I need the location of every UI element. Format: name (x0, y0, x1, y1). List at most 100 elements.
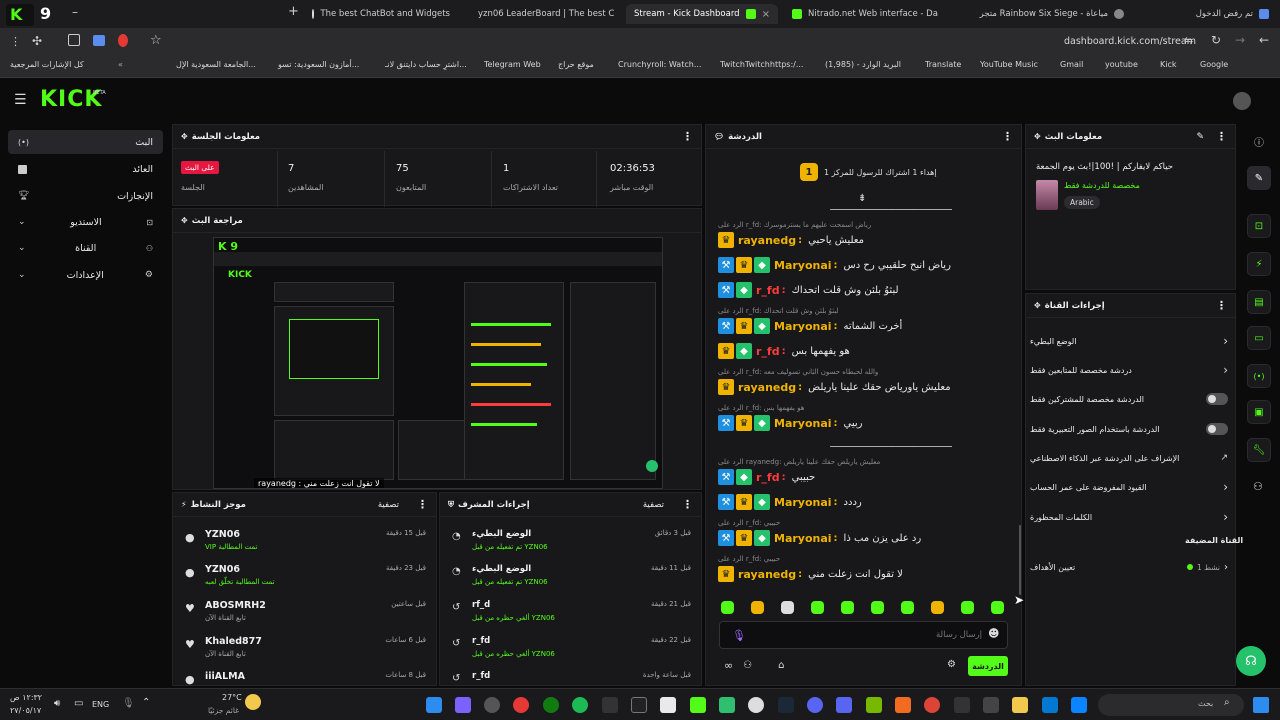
clock-time[interactable]: ١٢:٣٢ ص (10, 693, 42, 702)
preview-video[interactable]: K 9 KICK rayanedg : لا تقول انت زعلت مني (213, 237, 663, 489)
sidebar-item-achievements[interactable]: 🏆︎ الإنجازات (8, 184, 163, 208)
store-icon[interactable]: ⌂ (778, 660, 784, 671)
panel-menu-icon[interactable]: ⋮ (682, 130, 693, 143)
drag-handle-icon[interactable]: ✥ (1034, 301, 1041, 310)
chat-message[interactable]: ⚒ ◆ r_fd: حبيبي (718, 469, 1016, 485)
emote-icon[interactable] (901, 601, 914, 614)
mic-icon[interactable]: 🎙︎ (732, 629, 746, 642)
chat-input-box[interactable]: 🎙︎ ☻ (719, 621, 1008, 649)
sidebar-item-settings[interactable]: ⌄ الإعدادات ⚙ (8, 263, 163, 287)
chat-message[interactable]: ⚒ ◆ r_fd: لبثوُ بلثن وش قلت اتحداك (718, 282, 1016, 298)
chat-input[interactable] (750, 627, 982, 643)
reload-icon[interactable]: ↻ (1211, 33, 1221, 47)
activity-item[interactable]: ● YZN06 VIP تمت المطالبة قبل 15 دقيقة (173, 523, 436, 555)
chat-scrollbar[interactable] (1019, 525, 1021, 595)
emote-icon[interactable] (781, 601, 794, 614)
mod-action-item[interactable]: ◔ الوضع البطيء تم تفعيله من قبل YZN06 قبل 3… (440, 523, 701, 555)
start-windows-icon[interactable] (1253, 697, 1269, 713)
emote-icon[interactable] (991, 601, 1004, 614)
tab-kick-dashboard[interactable]: Stream - Kick Dashboard × (626, 4, 778, 24)
weather-desc[interactable]: غائم جزئيًا (208, 706, 239, 715)
taskbar-search[interactable]: بحث ⌕ (1098, 694, 1244, 716)
rail-edit-button[interactable]: ✎ (1247, 166, 1271, 190)
stream-category[interactable]: مخصصة للدردشة فقط (1064, 181, 1140, 190)
bookmark-youtube[interactable]: youtube (1105, 60, 1138, 69)
site-settings-icon[interactable]: ⇋ (1184, 34, 1193, 47)
tab-yzn-leaderboard[interactable]: yzn06 LeaderBoard | The best C (466, 4, 616, 24)
hamburger-menu-icon[interactable]: ☰ (14, 92, 27, 108)
weather-temp[interactable]: 27°C (222, 693, 242, 702)
info-icon[interactable]: ⓘ (1254, 134, 1264, 149)
chat-username[interactable]: Maryonai (774, 496, 832, 509)
channel-action-row[interactable]: دردشة مخصصة للمتابعين فقط › (1030, 359, 1228, 381)
panel-menu-icon[interactable]: ⋮ (1216, 299, 1227, 312)
channel-action-row[interactable]: الدردشة باستخدام الصور التعبيرية فقط (1030, 418, 1228, 440)
panel-menu-icon[interactable]: ⋮ (1216, 130, 1227, 143)
bookmark-account[interactable]: اشترِ حساب دايتنق لانـ... (385, 60, 467, 69)
emote-icon[interactable] (811, 601, 824, 614)
tab-access-denied[interactable]: تم رفض الدخول (1150, 4, 1275, 24)
taskbar-app-icon[interactable] (602, 697, 618, 713)
translate-icon[interactable] (93, 35, 105, 46)
new-tab-button[interactable]: + (288, 4, 299, 19)
nvidia-icon[interactable] (866, 697, 882, 713)
minimize-icon[interactable]: – (72, 5, 78, 19)
activity-item[interactable]: ♥ Khaled877 تابع القناة الآن قبل 6 ساعات (173, 630, 436, 662)
spotify-icon[interactable] (572, 697, 588, 713)
bookmark-university[interactable]: الجامعة السعودية الإل... (176, 60, 256, 69)
rail-doc-button[interactable]: ▤ (1247, 290, 1271, 314)
bookmark-kick[interactable]: Kick (1160, 60, 1177, 69)
infinity-icon[interactable]: ∞ (724, 659, 733, 672)
tab-chatbot-widgets[interactable]: The best ChatBot and Widgets (306, 4, 456, 24)
taskbar-app-icon[interactable] (1042, 697, 1058, 713)
bookmark-youtube-music[interactable]: YouTube Music (980, 60, 1038, 69)
taskbar-app-icon[interactable] (426, 697, 442, 713)
chat-username[interactable]: Maryonai (774, 320, 832, 333)
bookmarks-overflow-icon[interactable]: « (118, 60, 123, 69)
chat-send-button[interactable]: الدردشة (968, 656, 1008, 676)
emote-icon[interactable] (961, 601, 974, 614)
rail-bolt-button[interactable]: ⚡︎ (1247, 252, 1271, 276)
chat-message[interactable]: ♛ rayanedg: معليش ياورياض حقك علينا ياريلض (718, 379, 1016, 395)
mod-action-item[interactable]: ↺ r_fd ألغي حظره من قبل YZN06 قبل 22 دقيقة (440, 630, 701, 662)
chat-message[interactable]: ⚒ ♛ ◆ Maryonai: رياض انبح حلقيبي رح دس (718, 257, 1016, 273)
mod-action-item[interactable]: ◔ الوضع البطيء تم تفعيله من قبل YZN06 قبل 1… (440, 558, 701, 590)
activity-item[interactable]: ● YZN06 تمت المطالبة تخلّق لعبه قبل 23 دقيق… (173, 558, 436, 590)
bookmark-amazon[interactable]: أمازون السعودية: تسو... (278, 60, 359, 69)
users-icon[interactable]: ⚇ (743, 660, 752, 671)
chat-username[interactable]: Maryonai (774, 259, 832, 272)
emoji-icon[interactable]: ☻ (988, 627, 999, 640)
taskbar-app-icon[interactable] (484, 697, 500, 713)
activity-item[interactable]: ♥ ABOSMRH2 تابع القناة الآن قبل ساعتين (173, 594, 436, 626)
sidebar-item-channel[interactable]: ⌄ القناة ⚇ (8, 236, 163, 260)
bookmark-telegram[interactable]: Telegram Web (484, 60, 541, 69)
drag-handle-icon[interactable]: ✥ (181, 216, 188, 225)
chat-username[interactable]: rayanedg (738, 234, 796, 247)
language-indicator[interactable]: ENG (92, 700, 109, 709)
bookmark-translate[interactable]: Translate (925, 60, 961, 69)
taskbar-app-icon[interactable] (748, 697, 764, 713)
rail-broadcast-button[interactable]: (•) (1247, 364, 1271, 388)
sidebar-item-stream[interactable]: (•) البث (8, 130, 163, 154)
rail-users-icon[interactable]: ⚇ (1253, 480, 1263, 493)
channel-action-row[interactable]: الإشراف على الدردشة عبر الذكاء الاصطناعي… (1030, 447, 1228, 469)
emote-icon[interactable] (931, 601, 944, 614)
chat-message[interactable]: ⚒ ♛ ◆ Maryonai: ربيي (718, 415, 1016, 431)
close-tab-icon[interactable]: × (762, 9, 770, 20)
chat-message[interactable]: ⚒ ♛ ◆ Maryonai: رد على يزن مب ذا (718, 530, 1016, 546)
rail-chat-button[interactable]: ▭ (1247, 326, 1271, 350)
mod-action-item[interactable]: ↺ r_fd قبل ساعة واحدة (440, 665, 701, 685)
chat-username[interactable]: rayanedg (738, 381, 796, 394)
panel-menu-icon[interactable]: ⋮ (682, 498, 693, 511)
tab-nitrado[interactable]: Nitrado.net Web interface - Da (786, 4, 952, 24)
channel-action-row[interactable]: القيود المفروضة على عمر الحساب › (1030, 476, 1228, 498)
taskbar-app-icon[interactable] (895, 697, 911, 713)
chat-message[interactable]: ♛ ◆ r_fd: هو يفهمها بس (718, 343, 1016, 359)
bookmark-google[interactable]: Google (1200, 60, 1228, 69)
extensions-icon[interactable]: ✣ (32, 34, 42, 48)
chat-username[interactable]: r_fd (756, 471, 780, 484)
bookmark-inbox[interactable]: البريد الوارد - (1,985) (825, 60, 901, 69)
filter-button[interactable]: تصفية (378, 500, 399, 510)
goals-row[interactable]: تعيين الأهداف نشط 1 › (1030, 557, 1228, 577)
drag-handle-icon[interactable]: ✥ (1034, 132, 1041, 141)
